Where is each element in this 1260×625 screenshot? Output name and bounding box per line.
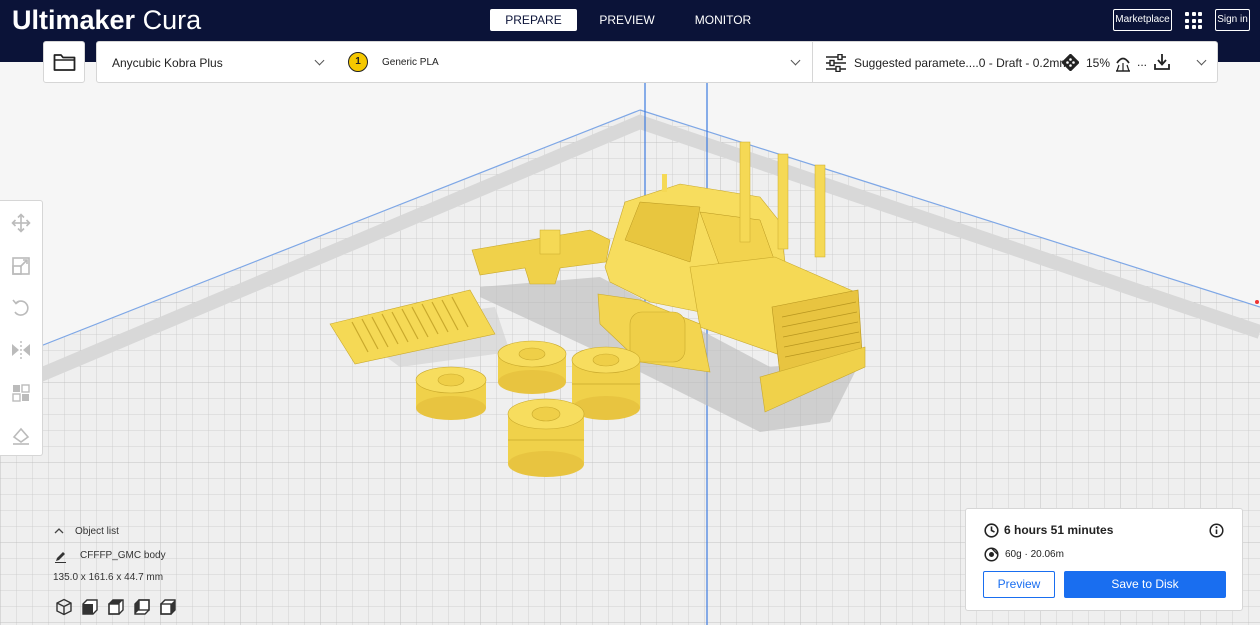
folder-icon [53,54,76,71]
print-settings-selector[interactable]: Suggested paramete....0 - Draft - 0.2mm … [813,41,1218,83]
top-view-icon[interactable] [107,598,125,616]
apps-grid-icon[interactable] [1185,12,1202,29]
adhesion-icon [1154,54,1170,70]
preview-button[interactable]: Preview [983,571,1055,598]
app-logo: Ultimaker Cura [12,5,201,36]
printer-name: Anycubic Kobra Plus [112,56,223,70]
tab-prepare[interactable]: PREPARE [490,9,577,31]
extruder-badge: 1 [348,52,368,72]
tool-panel [0,200,43,456]
right-view-icon[interactable] [159,598,177,616]
info-icon[interactable] [1209,523,1224,538]
move-tool-icon[interactable] [11,213,31,233]
infill-icon [1062,54,1079,71]
support-blocker-icon[interactable] [11,425,31,445]
material-selector[interactable]: 1 Generic PLA [335,41,813,83]
support-icon [1116,57,1130,72]
object-dimensions: 135.0 x 161.6 x 44.7 mm [53,572,164,583]
left-view-icon[interactable] [133,598,151,616]
sliders-icon [826,54,846,72]
print-time: 6 hours 51 minutes [1004,523,1114,537]
clock-icon [984,523,999,538]
material-name: Generic PLA [382,57,439,68]
sign-in-button[interactable]: Sign in [1215,9,1250,31]
brand-light: Cura [142,5,202,35]
3d-view-icon[interactable] [55,598,73,616]
chevron-down-icon [314,55,325,66]
rotate-tool-icon[interactable] [11,298,31,318]
infill-value: 15% [1086,56,1111,70]
object-name[interactable]: CFFFP_GMC body [80,550,166,561]
scale-tool-icon[interactable] [11,256,31,276]
printer-selector[interactable]: Anycubic Kobra Plus [96,41,336,83]
brand-bold: Ultimaker [12,5,136,35]
material-usage: 60g · 20.06m [1005,549,1064,560]
chevron-up-icon[interactable] [54,527,64,535]
spool-icon [984,547,999,562]
mirror-tool-icon[interactable] [11,340,31,360]
front-view-icon[interactable] [81,598,99,616]
per-model-settings-icon[interactable] [11,383,31,403]
tab-monitor[interactable]: MONITOR [683,9,763,31]
tab-preview[interactable]: PREVIEW [587,9,667,31]
open-file-button[interactable] [43,41,85,83]
more-settings-ellipsis: ... [1137,55,1148,69]
chevron-down-icon [790,55,801,66]
object-list-header[interactable]: Object list [75,526,119,537]
marketplace-button[interactable]: Marketplace [1113,9,1172,31]
chevron-down-icon [1196,55,1207,66]
print-info-panel: 6 hours 51 minutes 60g · 20.06m Preview … [965,508,1243,611]
settings-summary: Suggested paramete....0 - Draft - 0.2mm [854,56,1070,70]
save-to-disk-button[interactable]: Save to Disk [1064,571,1226,598]
pencil-icon[interactable] [54,550,67,563]
